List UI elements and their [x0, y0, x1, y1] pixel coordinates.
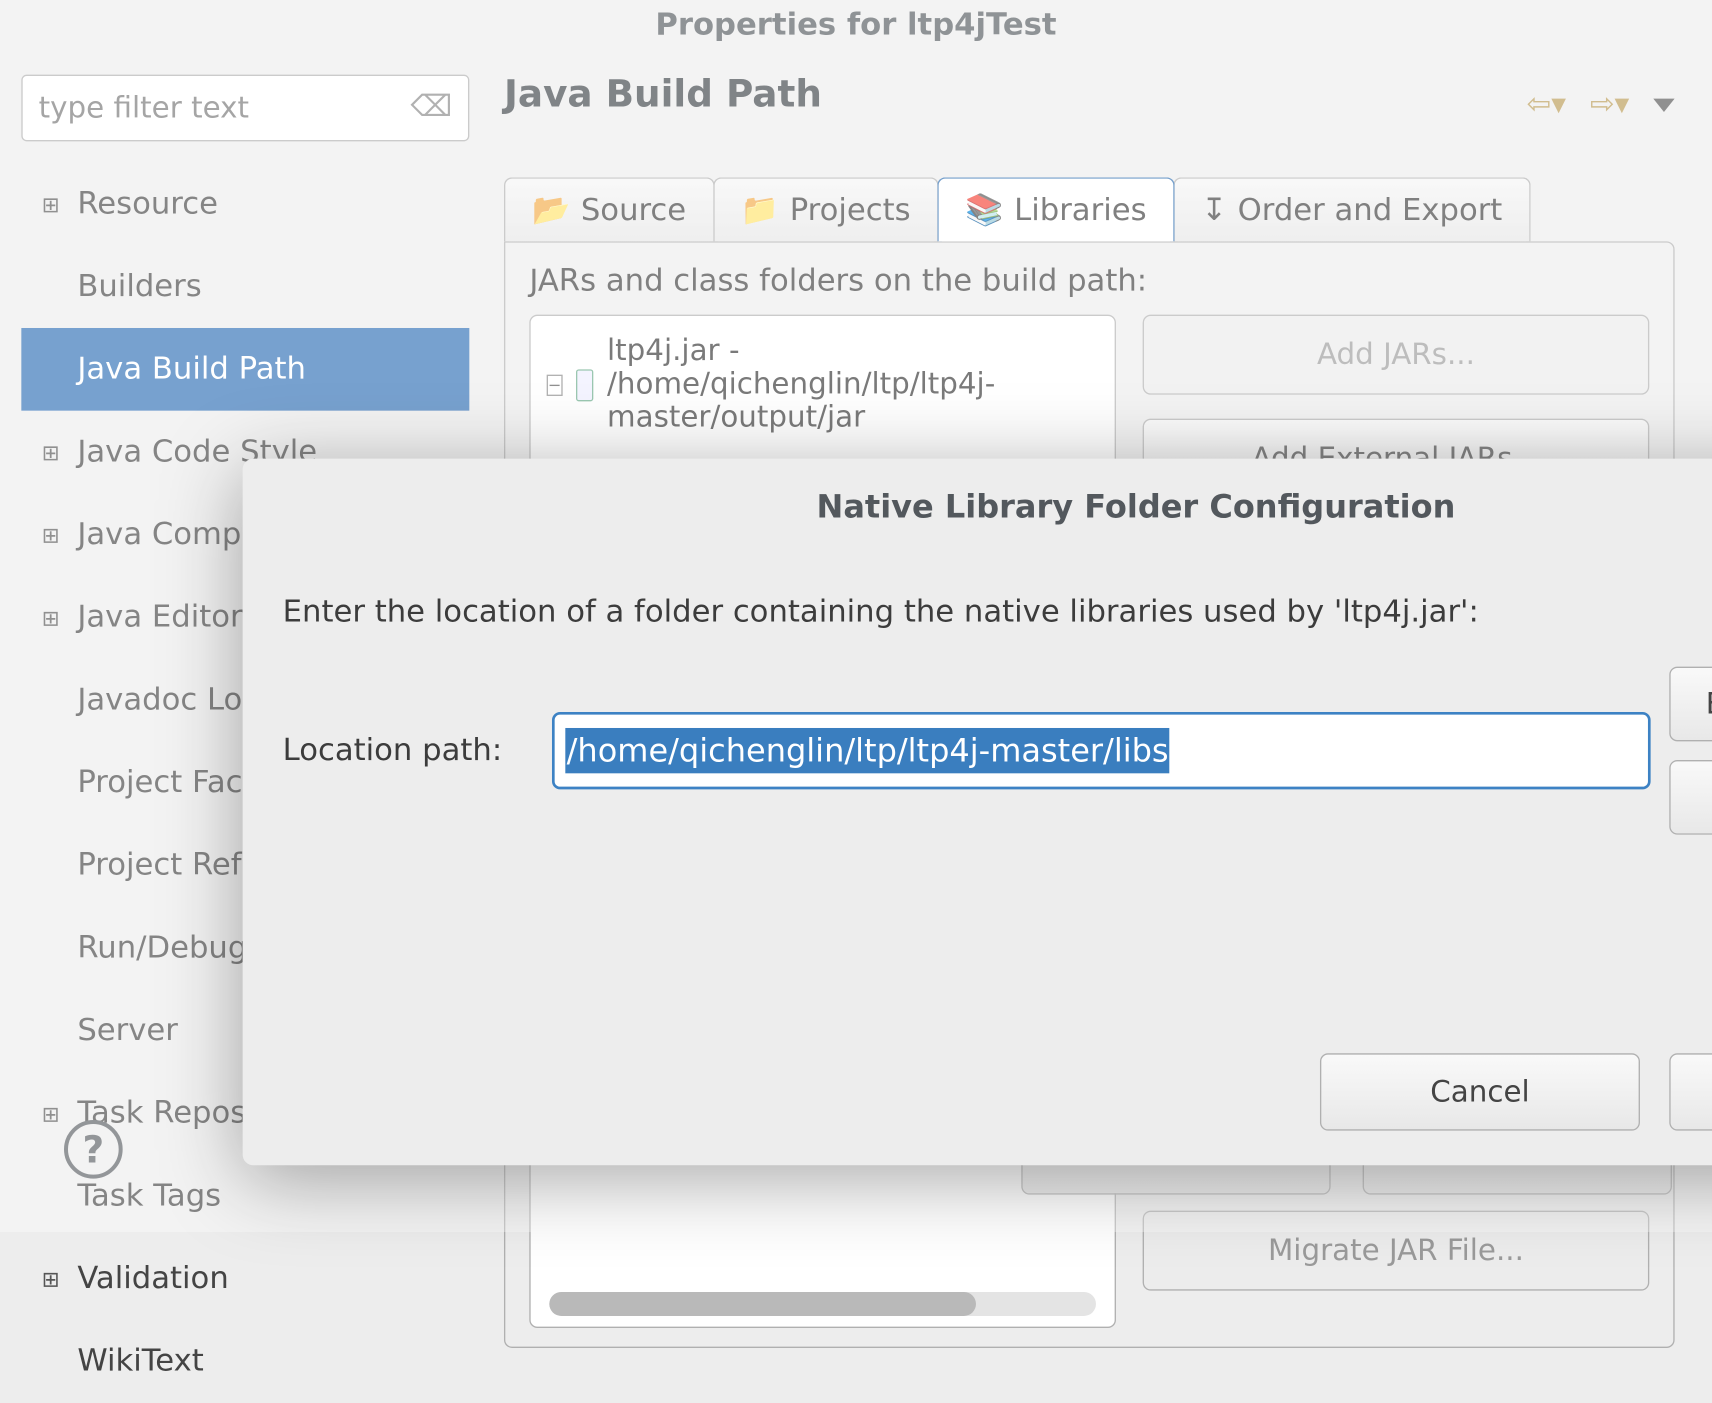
tab-label: Projects: [790, 193, 911, 228]
location-path-label: Location path:: [283, 733, 534, 768]
expand-icon[interactable]: ⊞: [35, 191, 67, 216]
sidebar-item-resource[interactable]: ⊞Resource: [21, 163, 469, 246]
expand-icon[interactable]: ⊞: [35, 439, 67, 464]
collapse-toggle-icon[interactable]: −: [547, 374, 563, 395]
workspace-button[interactable]: Workspace...: [1669, 760, 1712, 835]
tab-icon: 📁: [741, 192, 779, 228]
tab-label: Libraries: [1014, 193, 1146, 228]
page-title: Java Build Path: [504, 72, 1675, 116]
dialog-ok-button[interactable]: OK: [1669, 1053, 1712, 1130]
menu-dropdown-icon[interactable]: [1653, 98, 1674, 111]
tab-label: Source: [581, 193, 686, 228]
expand-icon[interactable]: ⊞: [35, 1266, 67, 1291]
sidebar-item-label: Java Build Path: [67, 352, 306, 387]
help-icon[interactable]: ?: [64, 1120, 123, 1179]
location-path-value: /home/qichenglin/ltp/ltp4j-master/libs: [565, 728, 1170, 773]
sidebar-item-label: Java Editor: [67, 600, 243, 635]
sidebar-item-label: Server: [67, 1013, 178, 1048]
tab-order-and-export[interactable]: ↧ Order and Export: [1173, 177, 1530, 241]
back-icon[interactable]: ⇦▾: [1527, 88, 1566, 121]
page-toolbar: ⇦▾ ⇨▾: [1527, 88, 1675, 121]
sidebar-item-label: Resource: [67, 187, 218, 222]
sidebar-item-label: Validation: [67, 1261, 229, 1296]
sidebar-item-label: Builders: [67, 269, 202, 304]
sidebar-item-wikitext[interactable]: WikiText: [21, 1320, 469, 1403]
sidebar-item-builders[interactable]: Builders: [21, 245, 469, 328]
location-path-input[interactable]: /home/qichenglin/ltp/ltp4j-master/libs: [552, 712, 1651, 789]
dialog-cancel-button[interactable]: Cancel: [1320, 1053, 1640, 1130]
tab-icon: ↧: [1201, 193, 1227, 228]
clear-filter-icon[interactable]: ⌫: [411, 91, 452, 126]
tab-label: Order and Export: [1238, 193, 1503, 228]
forward-icon[interactable]: ⇨▾: [1590, 88, 1629, 121]
native-library-dialog: Native Library Folder Configuration Ente…: [243, 459, 1712, 1166]
dialog-description: Enter the location of a folder containin…: [283, 595, 1712, 630]
dialog-title: Native Library Folder Configuration: [283, 488, 1712, 525]
tab-projects[interactable]: 📁 Projects: [713, 177, 939, 241]
jar-icon: [576, 369, 594, 401]
external-folder-button[interactable]: External Folder...: [1669, 667, 1712, 742]
jar-entry-text: ltp4j.jar - /home/qichenglin/ltp/ltp4j-m…: [607, 335, 1099, 435]
jar-entry-row[interactable]: − ltp4j.jar - /home/qichenglin/ltp/ltp4j…: [541, 327, 1104, 443]
tab-icon: 📂: [532, 192, 570, 228]
sidebar-item-validation[interactable]: ⊞Validation: [21, 1237, 469, 1320]
tab-source[interactable]: 📂 Source: [504, 177, 714, 241]
filter-input[interactable]: [39, 91, 411, 124]
filter-field[interactable]: ⌫: [21, 75, 469, 142]
scrollbar-thumb[interactable]: [549, 1292, 975, 1316]
tab-libraries[interactable]: 📚 Libraries: [937, 177, 1174, 241]
sidebar-item-java-build-path[interactable]: Java Build Path: [21, 328, 469, 411]
panel-description: JARs and class folders on the build path…: [529, 264, 1649, 299]
expand-icon[interactable]: ⊞: [35, 605, 67, 630]
horizontal-scrollbar[interactable]: [549, 1292, 1096, 1316]
window-title: Properties for ltp4jTest: [0, 0, 1712, 51]
add-jars-button: Add JARs...: [1143, 315, 1650, 395]
expand-icon[interactable]: ⊞: [35, 522, 67, 547]
sidebar-item-label: WikiText: [67, 1344, 204, 1379]
tab-icon: 📚: [965, 192, 1003, 228]
